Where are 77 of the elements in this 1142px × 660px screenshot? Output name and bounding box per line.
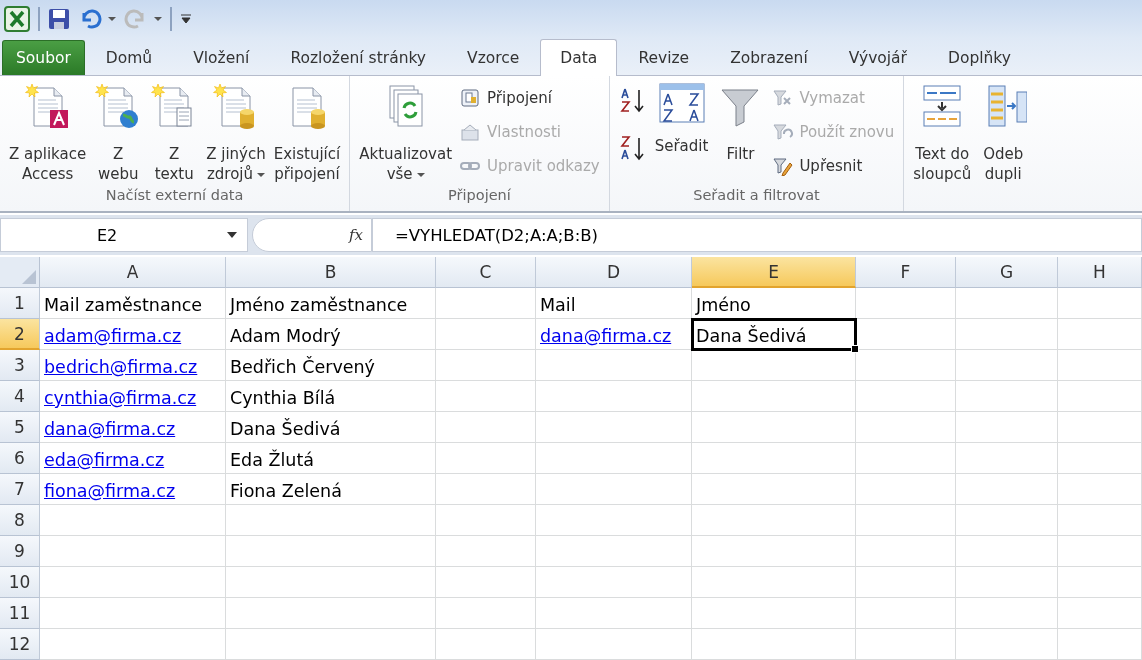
customize-toolbar-icon[interactable] xyxy=(180,13,192,25)
fill-handle[interactable] xyxy=(851,345,859,353)
caret-icon xyxy=(154,17,162,21)
ribbon-tab[interactable]: Rozložení stránky xyxy=(270,40,447,75)
table-cell: Mail xyxy=(536,288,692,319)
row-header[interactable]: 3 xyxy=(0,350,40,381)
column-header[interactable]: B xyxy=(226,257,436,288)
table-cell: Jméno zaměstnance xyxy=(226,288,436,319)
row-header[interactable]: 10 xyxy=(0,567,40,598)
row-header[interactable]: 8 xyxy=(0,505,40,536)
table-cell: Bedřich Červený xyxy=(226,350,436,381)
column-header[interactable]: E xyxy=(692,257,856,288)
row-header[interactable]: 2 xyxy=(0,319,40,350)
link-cell[interactable]: dana@firma.cz xyxy=(536,319,692,350)
ribbon-tab[interactable]: Vzorce xyxy=(447,40,540,75)
ribbon-button[interactable]: Z aplikace Access xyxy=(5,82,91,184)
table-cell: Fiona Zelená xyxy=(226,474,436,505)
ribbon-tab[interactable]: Data xyxy=(540,39,618,76)
group-label: Připojení xyxy=(447,187,512,205)
ribbon-button[interactable]: Filtr xyxy=(712,82,769,164)
insert-function-button[interactable]: fx xyxy=(349,226,363,244)
column-header[interactable]: A xyxy=(40,257,226,288)
link-cell[interactable]: dana@firma.cz xyxy=(40,412,226,443)
link-cell[interactable]: cynthia@firma.cz xyxy=(40,381,226,412)
name-box[interactable]: E2 xyxy=(0,218,248,252)
ribbon-tab[interactable]: Vložení xyxy=(173,40,270,75)
column-header[interactable]: F xyxy=(856,257,956,288)
ribbon-icon xyxy=(772,122,795,142)
select-all-icon xyxy=(22,270,36,284)
ribbon-button[interactable]: Připojení xyxy=(460,82,600,114)
ribbon-tab[interactable]: Revize xyxy=(618,40,710,75)
spreadsheet-logo-icon[interactable] xyxy=(4,6,30,32)
link-cell[interactable]: adam@firma.cz xyxy=(40,319,226,350)
caret-icon xyxy=(108,17,116,21)
link-cell[interactable]: fiona@firma.cz xyxy=(40,474,226,505)
group-label: Seřadit a filtrovat xyxy=(692,187,821,205)
column-header[interactable]: D xyxy=(536,257,692,288)
row-header[interactable]: 6 xyxy=(0,443,40,474)
row-header[interactable]: 11 xyxy=(0,598,40,629)
formula-field[interactable]: =VYHLEDAT(D2;A:A;B:B) xyxy=(372,218,1142,252)
ribbon-tab[interactable]: Doplňky xyxy=(927,40,1031,75)
table-cell: Eda Žlutá xyxy=(226,443,436,474)
row-header[interactable]: 4 xyxy=(0,381,40,412)
ribbon-button[interactable]: Upřesnit xyxy=(772,150,895,182)
ribbon-button[interactable]: Z webu xyxy=(90,82,147,184)
column-header[interactable]: G xyxy=(956,257,1058,288)
row-header[interactable]: 12 xyxy=(0,629,40,660)
row-header[interactable]: 9 xyxy=(0,536,40,567)
file-tab[interactable]: Soubor xyxy=(2,40,85,75)
ribbon-icon xyxy=(772,156,795,176)
row-header[interactable]: 5 xyxy=(0,412,40,443)
save-icon[interactable] xyxy=(48,8,70,30)
ribbon-button[interactable]: Z textu xyxy=(146,82,203,184)
table-cell: Adam Modrý xyxy=(226,319,436,350)
link-cell[interactable]: bedrich@firma.cz xyxy=(40,350,226,381)
sort-button[interactable]: Seřadit xyxy=(650,82,713,156)
ribbon-tab[interactable]: Domů xyxy=(85,40,173,75)
ribbon-button[interactable]: Aktualizovat vše xyxy=(355,82,457,184)
caret-icon xyxy=(227,232,237,238)
column-header[interactable]: H xyxy=(1058,257,1142,288)
table-cell: Jméno xyxy=(692,288,856,319)
ribbon-tab[interactable]: Vývojář xyxy=(828,40,927,75)
link-cell[interactable]: eda@firma.cz xyxy=(40,443,226,474)
row-header[interactable]: 1 xyxy=(0,288,40,319)
sort-icon xyxy=(657,82,706,124)
ribbon-button[interactable]: Odeb dupli xyxy=(975,82,1032,184)
ribbon-button[interactable]: Z jiných zdrojů xyxy=(202,82,270,184)
table-cell: Dana Šedivá xyxy=(692,319,856,350)
table-cell: Cynthia Bílá xyxy=(226,381,436,412)
group-label: Načíst externí data xyxy=(104,187,245,205)
ribbon-button[interactable]: Existující připojení xyxy=(269,82,345,184)
table-cell: Mail zaměstnance xyxy=(40,288,226,319)
row-header[interactable]: 7 xyxy=(0,474,40,505)
ribbon-tab[interactable]: Zobrazení xyxy=(710,40,828,75)
ribbon-button[interactable]: Text do sloupců xyxy=(909,82,976,184)
column-header[interactable]: C xyxy=(436,257,536,288)
table-cell: Dana Šedivá xyxy=(226,412,436,443)
